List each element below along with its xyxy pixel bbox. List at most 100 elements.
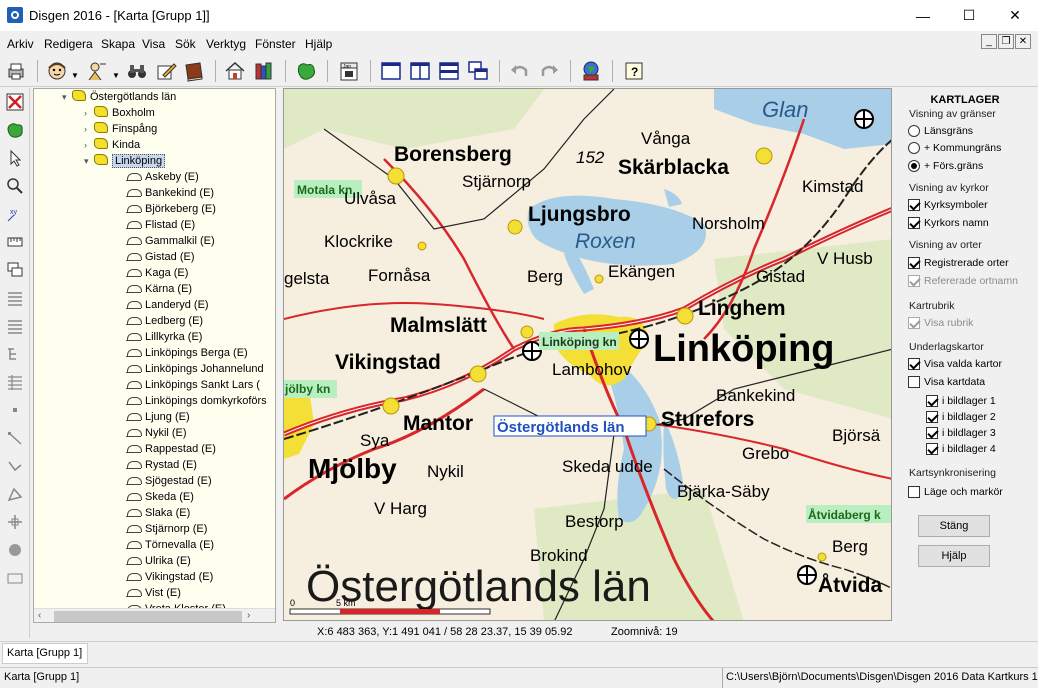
image-layer-4-checkbox[interactable]: i bildlager 4 [926,441,996,457]
tree-root[interactable]: ▾ Östergötlands län [62,89,176,105]
undo-icon[interactable] [507,58,533,84]
tree-parish-item[interactable]: Askeby (E) [126,169,199,185]
pointer-icon[interactable] [5,148,25,168]
show-map-data-checkbox[interactable]: Visa kartdata [908,374,985,390]
tree-horizontal-scroll-thumb[interactable] [54,611,242,622]
image-layer-3-checkbox[interactable]: i bildlager 3 [926,425,996,441]
menu-redigera[interactable]: Redigera [44,37,93,51]
tree-parish-item[interactable]: Ledberg (E) [126,313,203,329]
tree-parish-item[interactable]: Slaka (E) [126,505,190,521]
tree-parish-item[interactable]: Rystad (E) [126,457,197,473]
tree-parish-item[interactable]: Stjärnorp (E) [126,521,207,537]
person-search-icon[interactable] [84,58,110,84]
border-option-municipality[interactable]: + Kommungräns [908,140,1001,156]
menu-visa[interactable]: Visa [142,37,165,51]
map-icon[interactable] [293,58,319,84]
line-icon[interactable] [5,428,25,448]
point-icon[interactable] [5,400,25,420]
registered-places-checkbox[interactable]: Registrerade orter [908,255,1009,271]
tree-parish-item[interactable]: Linköpings Johannelund [126,361,264,377]
close-panel-button[interactable]: Stäng [918,515,990,537]
scroll-right-icon[interactable]: › [247,610,250,621]
close-map-icon[interactable] [5,92,25,112]
image-layer-1-checkbox[interactable]: i bildlager 1 [926,393,996,409]
church-symbols-checkbox[interactable]: Kyrksymboler [908,197,988,213]
layout-single-icon[interactable] [378,58,404,84]
tree-region[interactable]: › Boxholm [84,105,155,121]
menu-arkiv[interactable]: Arkiv [7,37,34,51]
close-button[interactable]: ✕ [992,0,1038,31]
tree-parish-item[interactable]: Rappestad (E) [126,441,216,457]
tree-parish-item[interactable]: Törnevalla (E) [126,537,214,553]
list-icon[interactable] [5,288,25,308]
layout-cascade-icon[interactable] [465,58,491,84]
tree-parish-item[interactable]: Flistad (E) [126,217,195,233]
mdi-restore-icon[interactable]: ❐ [998,34,1014,49]
tree-parish-item[interactable]: Lillkyrka (E) [126,329,202,345]
redo-icon[interactable] [536,58,562,84]
maximize-button[interactable]: ☐ [946,0,992,31]
referenced-places-checkbox[interactable]: Refererade ortnamn [908,273,1018,289]
tree-parish-item[interactable]: Kaga (E) [126,265,188,281]
tree-structure-icon[interactable] [5,344,25,364]
print-icon[interactable] [3,58,29,84]
tree-parish-item[interactable]: Kärna (E) [126,281,192,297]
table-icon[interactable] [5,372,25,392]
chevron-down-icon[interactable]: ▼ [112,71,120,80]
map-canvas[interactable]: Glan Vånga Borensberg 152 Skärblacka Kim… [283,88,892,621]
tree-parish-item[interactable]: Skeda (E) [126,489,194,505]
tree-parish-item[interactable]: Ulrika (E) [126,553,191,569]
show-selected-maps-checkbox[interactable]: Visa valda kartor [908,356,1002,372]
menu-verktyg[interactable]: Verktyg [206,37,246,51]
edit-document-icon[interactable] [153,58,179,84]
tree-region[interactable]: › Kinda [84,137,140,153]
books-icon[interactable] [251,58,277,84]
tree-parish-item[interactable]: Vist (E) [126,585,181,601]
home-icon[interactable] [222,58,248,84]
menu-fonster[interactable]: Fönster [255,37,296,51]
polygon-icon[interactable] [5,484,25,504]
tree-parish-item[interactable]: Linköpings Sankt Lars ( [126,377,260,393]
map-region-icon[interactable] [5,120,25,140]
layout-horizontal-split-icon[interactable] [436,58,462,84]
tree-parish-item[interactable]: Nykil (E) [126,425,187,441]
tree-parish-item[interactable]: Linköpings Berga (E) [126,345,248,361]
help-button[interactable]: Hjälp [918,545,990,567]
circle-icon[interactable] [5,540,25,560]
ruler-icon[interactable] [5,232,25,252]
border-option-county[interactable]: Länsgräns [908,123,973,139]
mdi-minimize-icon[interactable]: _ [981,34,997,49]
tree-parish-item[interactable]: Gammalkil (E) [126,233,215,249]
scroll-left-icon[interactable]: ‹ [38,610,41,621]
tab-map-group-1[interactable]: Karta [Grupp 1] [2,643,88,664]
layers-icon[interactable] [5,260,25,280]
church-names-checkbox[interactable]: Kyrkors namn [908,215,989,231]
move-icon[interactable] [5,512,25,532]
polyline-icon[interactable] [5,456,25,476]
coordinate-icon[interactable]: xy [5,204,25,224]
tree-parish-item[interactable]: Bankekind (E) [126,185,214,201]
globe-book-icon[interactable] [578,58,604,84]
sync-position-checkbox[interactable]: Läge och markör [908,484,1003,500]
tree-parish-item[interactable]: Ljung (E) [126,409,190,425]
menu-hjalp[interactable]: Hjälp [305,37,332,51]
list-alt-icon[interactable] [5,316,25,336]
show-header-checkbox[interactable]: Visa rubrik [908,315,973,331]
border-option-parish[interactable]: + Förs.gräns [908,158,983,174]
tree-parish-item[interactable]: Gistad (E) [126,249,195,265]
tree-parish-item[interactable]: Björkeberg (E) [126,201,216,217]
tree-parish-item[interactable]: Linköpings domkyrkoförs [126,393,267,409]
calendar-icon[interactable]: Jan [336,58,362,84]
rectangle-icon[interactable] [5,568,25,588]
mdi-close-icon[interactable]: ✕ [1015,34,1031,49]
binoculars-icon[interactable] [124,58,150,84]
image-layer-2-checkbox[interactable]: i bildlager 2 [926,409,996,425]
menu-skapa[interactable]: Skapa [101,37,135,51]
tree-parish-item[interactable]: Sjögestad (E) [126,473,212,489]
person-icon[interactable] [44,58,70,84]
chevron-down-icon[interactable]: ▼ [71,71,79,80]
minimize-button[interactable]: — [900,0,946,31]
book-icon[interactable] [181,58,207,84]
tree-region[interactable]: › Finspång [84,121,157,137]
zoom-icon[interactable] [5,176,25,196]
